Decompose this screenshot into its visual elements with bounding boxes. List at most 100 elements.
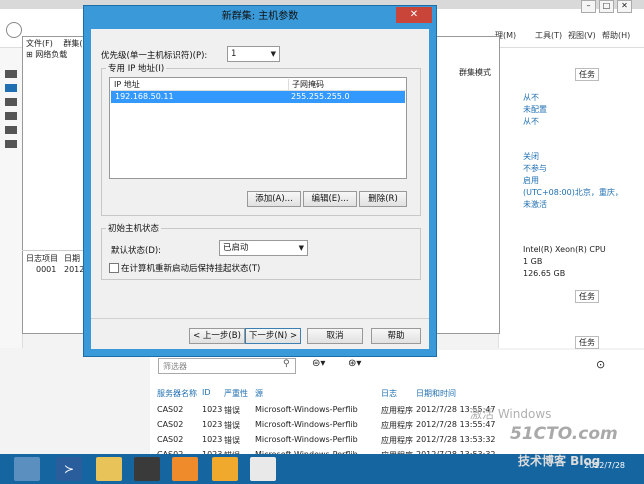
- minimize-icon[interactable]: –: [581, 0, 596, 13]
- menu-help[interactable]: 帮助(H): [602, 30, 630, 41]
- filter-input[interactable]: 筛选器 ⚲: [158, 358, 296, 374]
- event-header-id[interactable]: ID: [202, 388, 211, 397]
- ip-header-address[interactable]: IP 地址: [114, 79, 140, 90]
- back-nav-icon[interactable]: [6, 22, 22, 38]
- event-header-source[interactable]: 源: [255, 388, 263, 399]
- prop-value-10: 1 GB: [523, 257, 543, 266]
- expand-icon[interactable]: ⊞: [26, 50, 33, 59]
- search-icon[interactable]: ⚲: [283, 359, 290, 369]
- prop-value-8[interactable]: 未激活: [523, 199, 547, 210]
- prop-value-3[interactable]: 从不: [523, 116, 539, 127]
- event-header-datetime[interactable]: 日期和时间: [416, 388, 456, 399]
- prop-value-1[interactable]: 从不: [523, 92, 539, 103]
- cluster-mode-column: 群集模式: [459, 68, 491, 77]
- iis-icon[interactable]: [5, 126, 17, 134]
- tasks-dropdown-2[interactable]: 任务: [575, 290, 599, 303]
- file-services-icon[interactable]: [5, 112, 17, 120]
- event-header-server[interactable]: 服务器名称: [157, 388, 197, 399]
- initial-host-state-label: 初始主机状态: [108, 224, 160, 234]
- new-cluster-dialog: 新群集: 主机参数 ✕ 优先级(单一主机标识符)(P): 1 ▼ 专用 IP 地…: [83, 5, 437, 357]
- event-cell: 2012/7/28 13:53:32: [416, 435, 496, 444]
- back-button[interactable]: < 上一步(B): [189, 328, 245, 344]
- priority-value: 1: [231, 49, 237, 59]
- event-cell: 错误: [224, 436, 240, 445]
- local-server-icon[interactable]: [5, 84, 17, 92]
- log-header-item: 日志项目: [26, 254, 58, 263]
- event-viewer-icon[interactable]: [134, 457, 160, 481]
- chevron-down-icon: ▼: [270, 50, 276, 58]
- log-row-id: 0001: [36, 265, 57, 274]
- menu-view[interactable]: 视图(V): [568, 30, 596, 41]
- nlb-manager-taskbar-icon[interactable]: [172, 457, 198, 481]
- event-header-severity[interactable]: 严重性: [224, 388, 248, 399]
- save-query-icon[interactable]: ⊛▾: [348, 358, 361, 369]
- prop-value-7[interactable]: (UTC+08:00)北京，重庆，: [523, 187, 623, 198]
- menu-tools[interactable]: 工具(T): [535, 30, 562, 41]
- dialog-title: 新群集: 主机参数: [221, 11, 299, 22]
- event-header-log[interactable]: 日志: [381, 388, 397, 399]
- blog-watermark: 技术博客 Blog: [518, 454, 601, 468]
- dedicated-ip-label: 专用 IP 地址(I): [108, 64, 165, 74]
- ip-row-mask: 255.255.255.0: [291, 92, 350, 101]
- filter-placeholder: 筛选器: [163, 362, 187, 371]
- event-cell: 应用程序: [381, 406, 413, 415]
- prop-value-9: Intel(R) Xeon(R) CPU: [523, 245, 606, 254]
- expand-section-icon[interactable]: ⊙: [596, 358, 605, 371]
- default-state-value: 已启动: [223, 243, 249, 253]
- dialog-close-icon[interactable]: ✕: [396, 7, 432, 23]
- ip-row-address: 192.168.50.11: [115, 92, 174, 101]
- maximize-icon[interactable]: □: [599, 0, 614, 13]
- server-manager-taskbar-icon[interactable]: [14, 457, 40, 481]
- app-cube-icon[interactable]: [250, 457, 276, 481]
- dashboard-icon[interactable]: [5, 70, 17, 78]
- network-icon[interactable]: [212, 457, 238, 481]
- properties-panel: 任务 从不 未配置 从不 关闭 不参与 启用 (UTC+08:00)北京，重庆，…: [498, 48, 644, 349]
- server-manager-left-nav: [0, 48, 23, 348]
- ip-list-header: IP 地址 子网掩码: [110, 78, 406, 91]
- event-cell: Microsoft-Windows-Perflib: [255, 405, 358, 414]
- nlb-menu-bar: 文件(F) 群集(C): [26, 38, 91, 49]
- chevron-down-icon: ▼: [298, 244, 304, 252]
- dialog-divider: [91, 318, 429, 319]
- retain-suspended-checkbox[interactable]: [109, 263, 119, 273]
- next-button[interactable]: 下一步(N) >: [245, 328, 301, 344]
- filter-options-icon[interactable]: ⊜▾: [312, 358, 325, 369]
- prop-value-11: 126.65 GB: [523, 269, 566, 278]
- event-cell: 1023: [202, 420, 223, 429]
- ip-address-list[interactable]: IP 地址 子网掩码 192.168.50.11 255.255.255.0: [109, 77, 407, 179]
- dialog-body: 优先级(单一主机标识符)(P): 1 ▼ 专用 IP 地址(I) IP 地址 子…: [91, 29, 429, 349]
- event-cell: 应用程序: [381, 436, 413, 445]
- priority-select[interactable]: 1 ▼: [227, 46, 280, 62]
- nlb-tree: ⊞ 网络负载: [26, 49, 67, 60]
- default-state-select[interactable]: 已启动 ▼: [219, 240, 308, 256]
- powershell-icon[interactable]: ≻: [56, 457, 82, 481]
- prop-value-6[interactable]: 启用: [523, 175, 539, 186]
- prop-value-5[interactable]: 不参与: [523, 163, 547, 174]
- event-cell: 错误: [224, 421, 240, 430]
- help-button[interactable]: 帮助: [371, 328, 421, 344]
- cancel-button[interactable]: 取消: [307, 328, 363, 344]
- tree-root-nlb[interactable]: 网络负载: [35, 50, 67, 59]
- tasks-dropdown[interactable]: 任务: [575, 68, 599, 81]
- close-window-icon[interactable]: ✕: [617, 0, 632, 13]
- add-button[interactable]: 添加(A)...: [247, 191, 301, 207]
- roles-icon[interactable]: [5, 140, 17, 148]
- edit-button[interactable]: 编辑(E)...: [303, 191, 357, 207]
- all-servers-icon[interactable]: [5, 98, 17, 106]
- event-cell: 错误: [224, 406, 240, 415]
- event-cell: 应用程序: [381, 421, 413, 430]
- retain-suspended-label[interactable]: 在计算机重新启动后保持挂起状态(T): [121, 262, 260, 274]
- menu-file[interactable]: 文件(F): [26, 39, 53, 48]
- ip-list-row[interactable]: 192.168.50.11 255.255.255.0: [111, 91, 405, 103]
- log-pane: 日志项目 日期 0001 2012: [22, 250, 86, 321]
- prop-value-2[interactable]: 未配置: [523, 104, 547, 115]
- event-cell: CAS02: [157, 405, 184, 414]
- activate-windows-watermark: 激活 Windows: [470, 407, 552, 421]
- prop-value-4[interactable]: 关闭: [523, 151, 539, 162]
- tasks-dropdown-3[interactable]: 任务: [575, 336, 599, 349]
- site-watermark: 51CTO.com: [510, 424, 618, 444]
- explorer-icon[interactable]: [96, 457, 122, 481]
- remove-button[interactable]: 删除(R): [359, 191, 407, 207]
- ip-header-mask[interactable]: 子网掩码: [288, 79, 324, 90]
- event-cell: CAS02: [157, 435, 184, 444]
